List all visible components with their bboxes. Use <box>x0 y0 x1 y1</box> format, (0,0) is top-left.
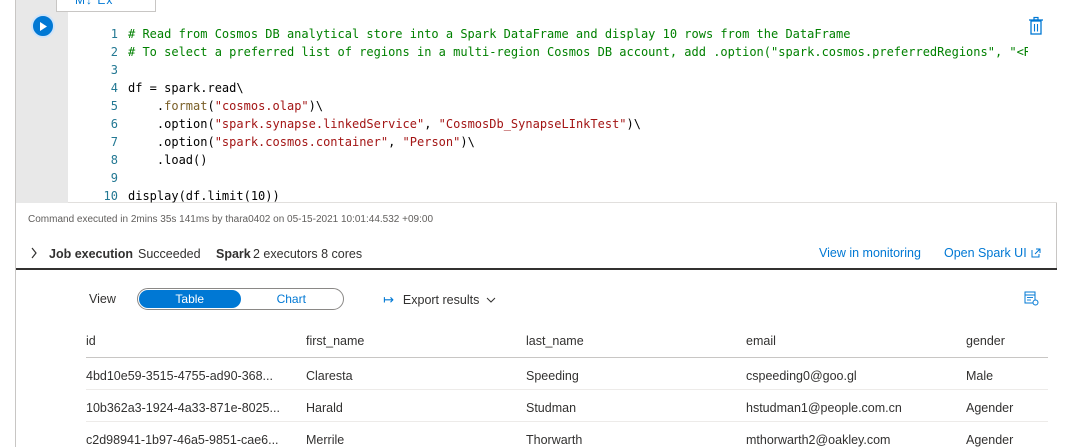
play-icon <box>40 21 47 31</box>
cell-first-name: Claresta <box>306 369 353 383</box>
chevron-down-icon <box>486 297 496 303</box>
spark-label: Spark <box>216 247 251 261</box>
export-arrow-icon: ↦ <box>383 292 394 307</box>
notebook-cell: 1 2 3 4 5 6 7 8 9 10 # Read from Cosmos DB analyt… <box>15 0 1057 447</box>
code-token: # Read from Cosmos DB analytical store i… <box>128 27 851 41</box>
column-header-first-name[interactable]: first_name <box>306 334 364 348</box>
cell-id: 4bd10e59-3515-4755-ad90-368... <box>86 369 273 383</box>
export-results-label: Export results <box>402 293 480 307</box>
cell-last-name: Speeding <box>526 369 579 383</box>
table-settings-icon[interactable] <box>1023 290 1039 306</box>
code-token: )\ <box>308 99 324 113</box>
tab-chart[interactable]: Chart <box>241 290 343 308</box>
chevron-right-icon[interactable] <box>30 247 38 259</box>
table-row: 10b362a3-1924-4a33-871e-8025... Harald S… <box>86 390 1048 422</box>
code-token: , <box>388 135 403 149</box>
code-line[interactable]: .option("spark.synapse.linkedService", "… <box>128 115 1028 133</box>
column-header-gender[interactable]: gender <box>966 334 1005 348</box>
cell-email: mthorwarth2@oakley.com <box>746 433 891 447</box>
cell-first-name: Merrile <box>306 433 345 447</box>
column-header-last-name[interactable]: last_name <box>526 334 584 348</box>
line-numbers: 1 2 3 4 5 6 7 8 9 10 <box>68 25 118 205</box>
tab-table[interactable]: Table <box>139 290 241 308</box>
open-spark-ui-label: Open Spark UI <box>944 246 1027 260</box>
code-token: format <box>164 99 208 113</box>
table-row: c2d98941-1b97-46a5-9851-cae6... Merrile … <box>86 422 1048 447</box>
code-token: .load() <box>128 153 208 167</box>
cell-id: c2d98941-1b97-46a5-9851-cae6... <box>86 433 279 447</box>
cell-gutter <box>16 0 68 203</box>
line-number: 8 <box>110 153 118 167</box>
code-token: "spark.cosmos.container" <box>214 135 389 149</box>
cell-type-tooltip: M↓ Ex <box>56 0 156 12</box>
line-number: 3 <box>110 63 118 77</box>
code-line[interactable]: .format("cosmos.olap")\ <box>128 97 1028 115</box>
code-token: "cosmos.olap" <box>214 99 309 113</box>
code-line[interactable]: .load() <box>128 151 1028 169</box>
table-row: 4bd10e59-3515-4755-ad90-368... Claresta … <box>86 358 1048 390</box>
cell-last-name: Thorwarth <box>526 433 583 447</box>
code-lines[interactable]: # Read from Cosmos DB analytical store i… <box>128 25 1028 205</box>
cell-last-name: Studman <box>526 401 577 415</box>
view-label: View <box>89 292 116 306</box>
line-number: 7 <box>110 135 118 149</box>
view-in-monitoring-link[interactable]: View in monitoring <box>819 246 921 260</box>
code-token: .option( <box>128 117 215 131</box>
code-token: . <box>128 99 165 113</box>
line-number: 5 <box>110 99 118 113</box>
results-toolbar: View Table Chart ↦ Export results <box>16 288 1057 312</box>
code-editor[interactable]: 1 2 3 4 5 6 7 8 9 10 # Read from Cosmos DB analyt… <box>16 0 1057 203</box>
cell-email: hstudman1@people.com.cn <box>746 401 902 415</box>
code-token: "CosmosDb_SynapseLInkTest" <box>438 117 627 131</box>
code-token: )\ <box>460 135 475 149</box>
code-line[interactable] <box>128 169 1028 187</box>
delete-icon[interactable] <box>1027 16 1045 36</box>
cell-gender: Male <box>966 369 994 383</box>
job-execution-label: Job execution <box>49 247 134 261</box>
view-toggle[interactable]: Table Chart <box>137 288 344 310</box>
cell-first-name: Harald <box>306 401 343 415</box>
code-token: df = spark.read\ <box>128 81 244 95</box>
line-number: 9 <box>110 171 118 185</box>
code-line[interactable]: df = spark.read\ <box>128 79 1028 97</box>
run-cell-button[interactable] <box>31 14 55 38</box>
line-number: 6 <box>110 117 118 131</box>
column-header-id[interactable]: id <box>86 334 96 348</box>
line-number: 1 <box>110 27 118 41</box>
execution-status: Command executed in 2mins 35s 141ms by t… <box>28 214 433 225</box>
code-line[interactable]: # Read from Cosmos DB analytical store i… <box>128 25 1028 43</box>
column-header-email[interactable]: email <box>746 334 776 348</box>
open-spark-ui-link[interactable]: Open Spark UI <box>944 246 1041 260</box>
results-panel: View Table Chart ↦ Export results id fir… <box>16 268 1057 447</box>
cell-id: 10b362a3-1924-4a33-871e-8025... <box>86 401 280 415</box>
job-status: Succeeded <box>138 247 201 261</box>
spark-executors-info: 2 executors 8 cores <box>253 247 363 261</box>
results-table: id first_name last_name email gender 4bd… <box>86 324 1048 447</box>
code-token: # To select a preferred list of regions … <box>128 45 1028 59</box>
code-line[interactable] <box>128 61 1028 79</box>
code-token: , <box>424 117 439 131</box>
cell-gender: Agender <box>966 433 1014 447</box>
export-results-button[interactable]: ↦ Export results <box>383 292 496 308</box>
code-token: "Person" <box>402 135 461 149</box>
table-header: id first_name last_name email gender <box>86 324 1048 358</box>
code-line[interactable]: # To select a preferred list of regions … <box>128 43 1028 61</box>
code-token: .option( <box>128 135 215 149</box>
cell-email: cspeeding0@goo.gl <box>746 369 857 383</box>
line-number: 2 <box>110 45 118 59</box>
line-number: 4 <box>110 81 118 95</box>
cell-gender: Agender <box>966 401 1014 415</box>
external-link-icon <box>1031 248 1041 258</box>
code-token: display(df.limit(10)) <box>128 189 280 203</box>
job-execution-row: Job execution Succeeded Spark 2 executor… <box>16 238 1057 268</box>
code-line[interactable]: display(df.limit(10)) <box>128 187 1028 205</box>
line-number: 10 <box>103 189 118 203</box>
code-token: )\ <box>626 117 641 131</box>
code-line[interactable]: .option("spark.cosmos.container", "Perso… <box>128 133 1028 151</box>
code-token: "spark.synapse.linkedService" <box>214 117 425 131</box>
code-token: ( <box>207 99 215 113</box>
